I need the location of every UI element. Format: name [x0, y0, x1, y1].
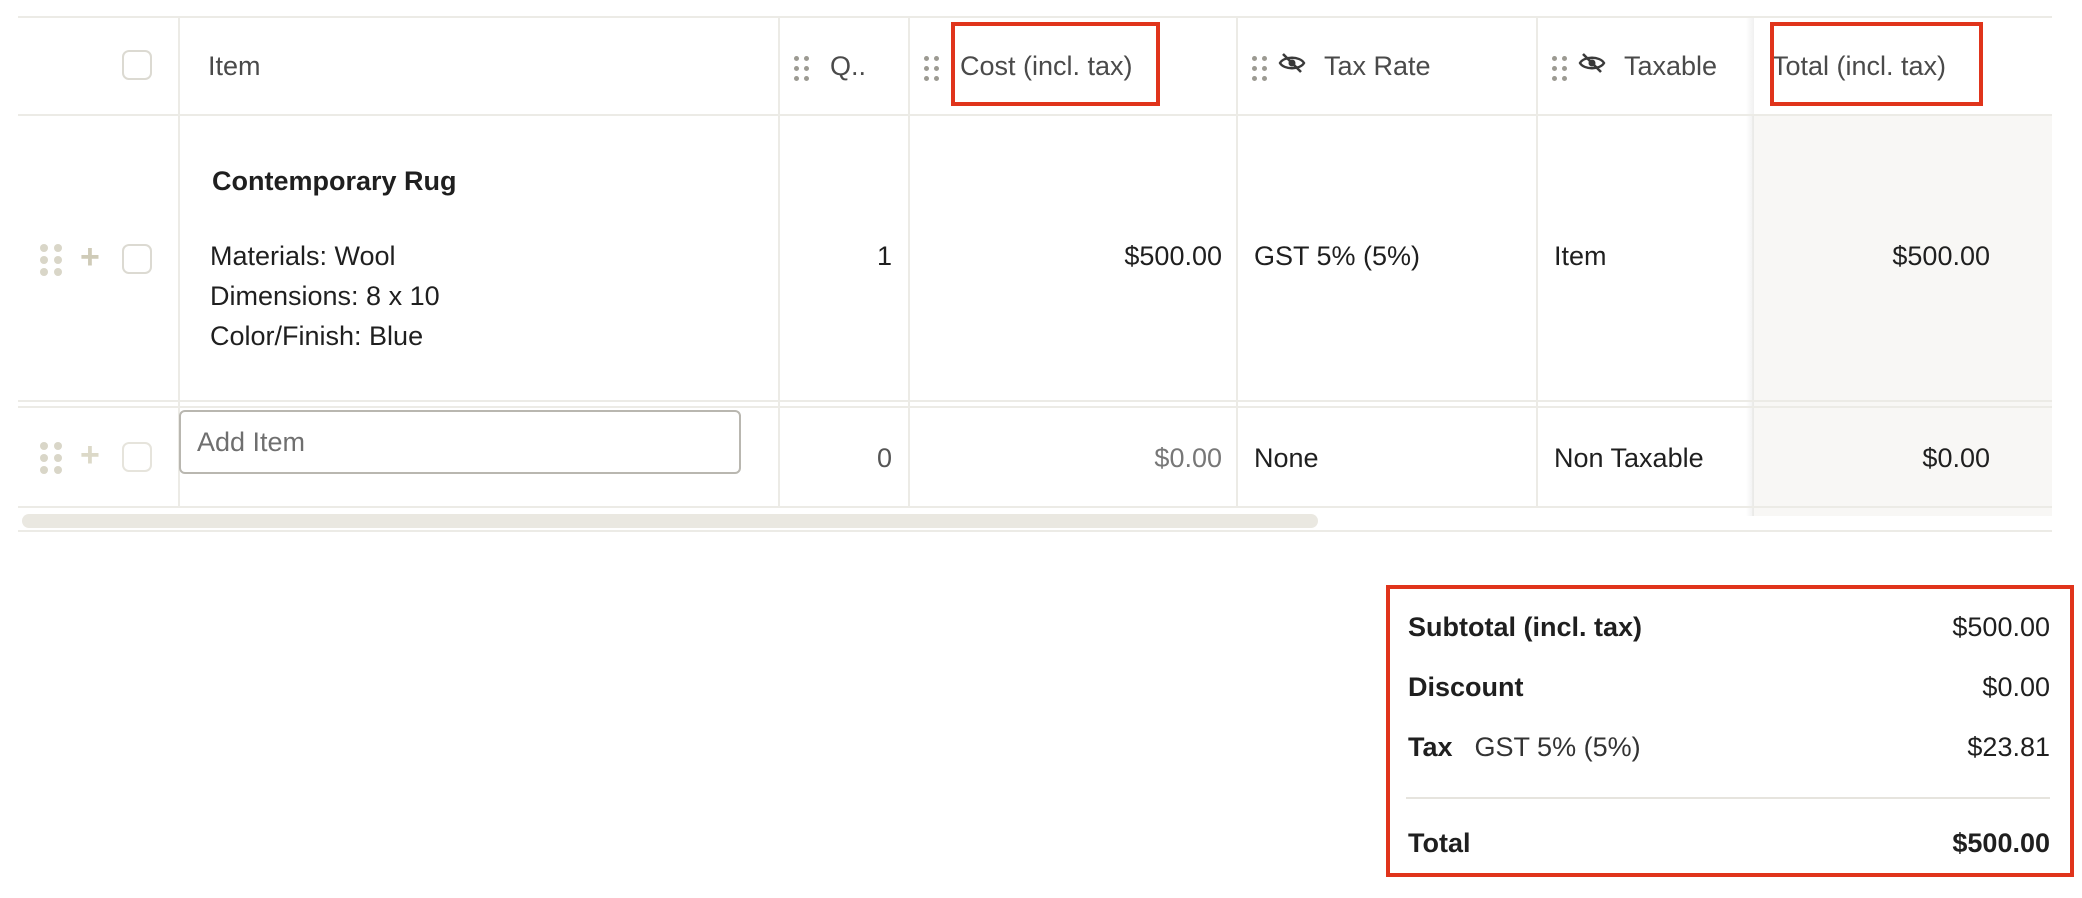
item-detail-dimensions: Dimensions: 8 x 10 [210, 281, 440, 311]
totals-summary: Subtotal (incl. tax) $500.00 Discount $0… [1386, 585, 2074, 877]
drag-handle-icon[interactable] [924, 56, 939, 81]
item-qty[interactable]: 1 [780, 226, 892, 286]
column-header-tax-rate[interactable]: Tax Rate [1324, 36, 1431, 96]
discount-row: Discount $0.00 [1408, 667, 2050, 707]
total-column-divider [1746, 16, 1754, 516]
grand-total-value: $500.00 [1952, 827, 2050, 858]
row-drag-handle-icon[interactable] [40, 442, 62, 474]
tax-label: Tax [1408, 731, 1453, 762]
highlight-total-header [1770, 22, 1983, 106]
item-tax-rate[interactable]: GST 5% (5%) [1254, 226, 1420, 286]
row-checkbox[interactable] [122, 442, 152, 472]
horizontal-scrollbar[interactable] [22, 514, 1318, 528]
row-checkbox[interactable] [122, 244, 152, 274]
add-item-input[interactable] [179, 410, 741, 474]
eye-off-icon [1578, 53, 1606, 73]
header-top-border [18, 16, 2052, 18]
row-drag-handle-icon[interactable] [40, 244, 62, 276]
item-name[interactable]: Contemporary Rug [212, 166, 457, 197]
column-header-taxable[interactable]: Taxable [1624, 36, 1717, 96]
column-header-item[interactable]: Item [208, 36, 261, 96]
plus-icon[interactable]: + [80, 438, 100, 472]
subtotal-label: Subtotal (incl. tax) [1408, 611, 1643, 642]
plus-icon[interactable]: + [80, 240, 100, 274]
item-detail-materials: Materials: Wool [210, 241, 396, 271]
grand-total-row: Total $500.00 [1408, 823, 2050, 863]
item-cost[interactable]: $500.00 [910, 226, 1222, 286]
drag-handle-icon[interactable] [794, 56, 809, 81]
new-item-cost[interactable]: $0.00 [910, 426, 1222, 490]
eye-off-icon [1278, 53, 1306, 73]
tax-row: Tax GST 5% (5%) $23.81 [1408, 727, 2050, 767]
discount-label[interactable]: Discount [1408, 672, 1524, 703]
discount-value[interactable]: $0.00 [1982, 672, 2050, 703]
highlight-cost-header [951, 22, 1160, 106]
row-border [18, 400, 2052, 402]
subtotal-row: Subtotal (incl. tax) $500.00 [1408, 607, 2050, 647]
tax-value: $23.81 [1967, 731, 2050, 762]
column-header-qty[interactable]: Q.. [830, 36, 866, 96]
grand-total-label: Total [1408, 827, 1471, 858]
table-bottom-border [18, 506, 2052, 508]
header-bottom-border [18, 114, 2052, 116]
row-border [18, 406, 2052, 408]
summary-divider [1406, 797, 2050, 799]
new-item-qty[interactable]: 0 [780, 426, 892, 490]
new-item-total: $0.00 [1922, 442, 1990, 473]
new-item-tax-rate[interactable]: None [1254, 426, 1319, 490]
item-total: $500.00 [1892, 240, 1990, 271]
item-details: Materials: Wool Dimensions: 8 x 10 Color… [210, 236, 440, 356]
column-divider [1536, 16, 1538, 506]
item-taxable[interactable]: Item [1554, 226, 1607, 286]
select-all-checkbox[interactable] [122, 50, 152, 80]
drag-handle-icon[interactable] [1552, 56, 1567, 81]
drag-handle-icon[interactable] [1252, 56, 1267, 81]
subtotal-value: $500.00 [1952, 611, 2050, 642]
column-divider [1236, 16, 1238, 506]
item-detail-color: Color/Finish: Blue [210, 321, 424, 351]
scroll-area-border [18, 530, 2052, 532]
tax-rate-name: GST 5% (5%) [1474, 731, 1641, 762]
new-item-taxable[interactable]: Non Taxable [1554, 426, 1704, 490]
